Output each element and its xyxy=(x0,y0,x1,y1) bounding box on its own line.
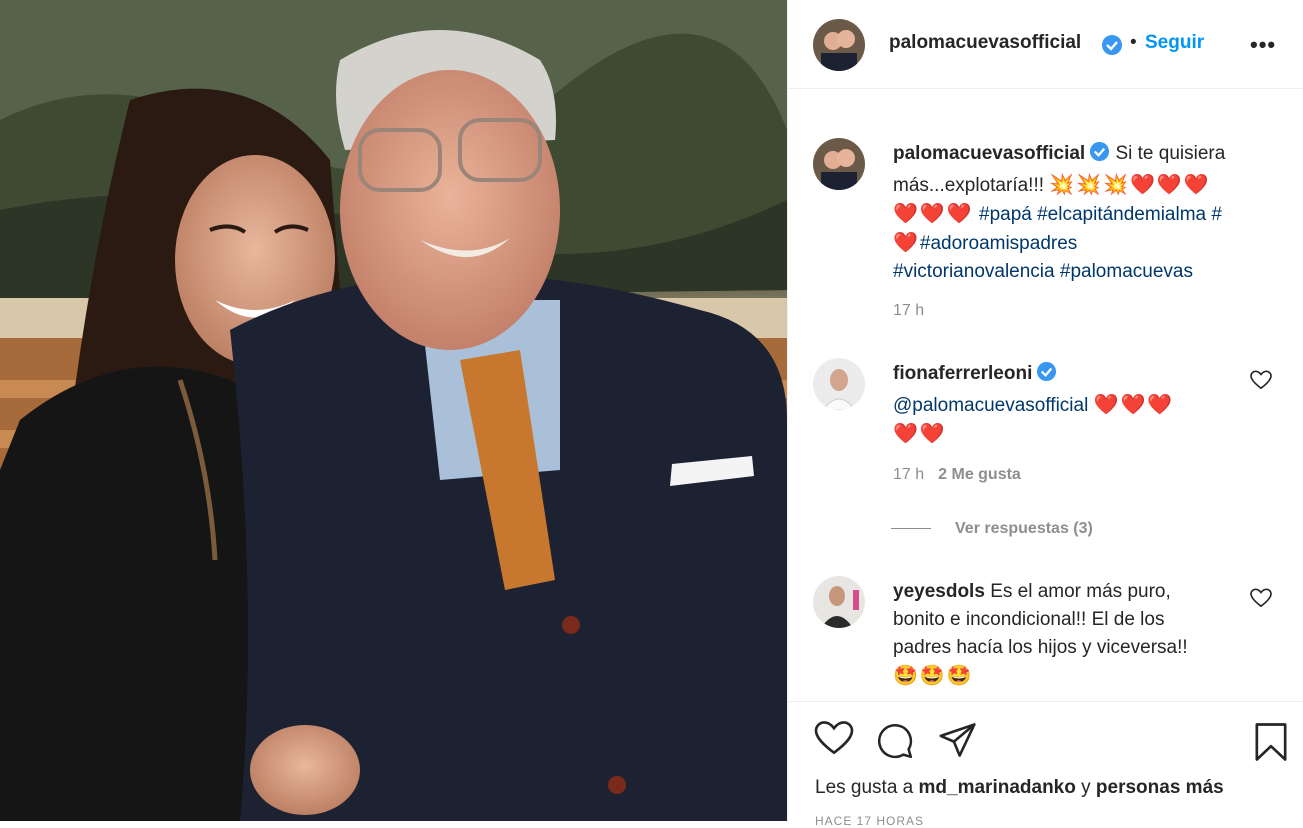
comment-time[interactable]: 17 h xyxy=(893,466,924,483)
follow-button[interactable]: Seguir xyxy=(1145,32,1204,54)
likes-others-link[interactable]: personas más xyxy=(1096,777,1224,798)
share-send-icon[interactable] xyxy=(938,722,978,763)
like-heart-icon[interactable] xyxy=(814,720,854,761)
view-replies-button[interactable]: Ver respuestas (3) xyxy=(891,520,1093,538)
caption-emojis-3: ❤️ xyxy=(893,232,920,254)
author-avatar[interactable] xyxy=(813,19,865,71)
likes-middle: y xyxy=(1081,777,1091,798)
comment-body-2: bonito e incondicional!! El de los xyxy=(893,609,1165,630)
comment-like-heart-icon[interactable] xyxy=(1250,370,1272,395)
comment-likes-count[interactable]: 2 Me gusta xyxy=(938,466,1021,483)
caption-text: palomacuevasofficial Si te quisiera más.… xyxy=(893,140,1278,286)
commenter-avatar[interactable] xyxy=(813,576,865,628)
save-bookmark-icon[interactable] xyxy=(1254,722,1288,767)
comment-emojis: ❤️❤️❤️ xyxy=(1093,394,1175,416)
caption-time[interactable]: 17 h xyxy=(893,302,924,320)
comment-username[interactable]: fionaferrerleoni xyxy=(893,363,1032,384)
comment-text: yeyesdols Es el amor más puro, bonito e … xyxy=(893,578,1278,691)
comment-bubble-icon[interactable] xyxy=(876,722,914,765)
caption-emojis-2: ❤️❤️❤️ xyxy=(893,203,974,225)
post-photo-image xyxy=(0,0,787,821)
verified-badge-icon xyxy=(1089,141,1110,171)
author-username[interactable]: palomacuevasofficial xyxy=(889,32,1081,54)
comment-username[interactable]: yeyesdols xyxy=(893,581,985,602)
post-timestamp: HACE 17 HORAS xyxy=(815,814,925,828)
post-photo[interactable] xyxy=(0,0,787,821)
comment-meta: 17 h 2 Me gusta xyxy=(893,466,1021,484)
commenter-avatar[interactable] xyxy=(813,358,865,410)
caption-emojis: 💥💥💥❤️❤️❤️ xyxy=(1049,174,1211,196)
replies-divider xyxy=(891,528,931,530)
verified-badge-icon xyxy=(1101,34,1123,61)
comment-like-heart-icon[interactable] xyxy=(1250,588,1272,613)
caption-avatar[interactable] xyxy=(813,138,865,190)
hashtag-link[interactable]: #adoroamispadres xyxy=(920,233,1077,254)
likes-user-link[interactable]: md_marinadanko xyxy=(919,777,1076,798)
hashtag-links[interactable]: #papá #elcapitándemialma # xyxy=(979,204,1222,225)
likes-prefix: Les gusta a xyxy=(815,777,914,798)
post-sidebar: palomacuevasofficial • Seguir ••• paloma… xyxy=(787,0,1303,828)
comment-text: fionaferrerleoni @palomacuevasofficial ❤… xyxy=(893,360,1278,449)
hashtag-links[interactable]: #victorianovalencia #palomacuevas xyxy=(893,261,1193,282)
comments-list[interactable]: palomacuevasofficial Si te quisiera más.… xyxy=(788,89,1303,701)
caption-username[interactable]: palomacuevasofficial xyxy=(893,143,1085,164)
comment-emojis: 🤩🤩🤩 xyxy=(893,665,974,687)
verified-badge-icon xyxy=(1036,361,1057,391)
post-actions: Les gusta a md_marinadanko y personas má… xyxy=(788,701,1303,828)
comment-body-1: Es el amor más puro, xyxy=(990,581,1171,602)
view-replies-label[interactable]: Ver respuestas (3) xyxy=(955,520,1093,537)
comment-emojis-2: ❤️❤️ xyxy=(893,423,947,445)
comment-body-3: padres hacía los hijos y viceversa!! xyxy=(893,637,1188,658)
more-options-icon[interactable]: ••• xyxy=(1250,32,1276,58)
separator-dot: • xyxy=(1130,32,1137,53)
likes-summary: Les gusta a md_marinadanko y personas má… xyxy=(815,777,1224,799)
post-header: palomacuevasofficial • Seguir ••• xyxy=(788,0,1303,89)
mention-link[interactable]: @palomacuevasofficial xyxy=(893,395,1088,416)
